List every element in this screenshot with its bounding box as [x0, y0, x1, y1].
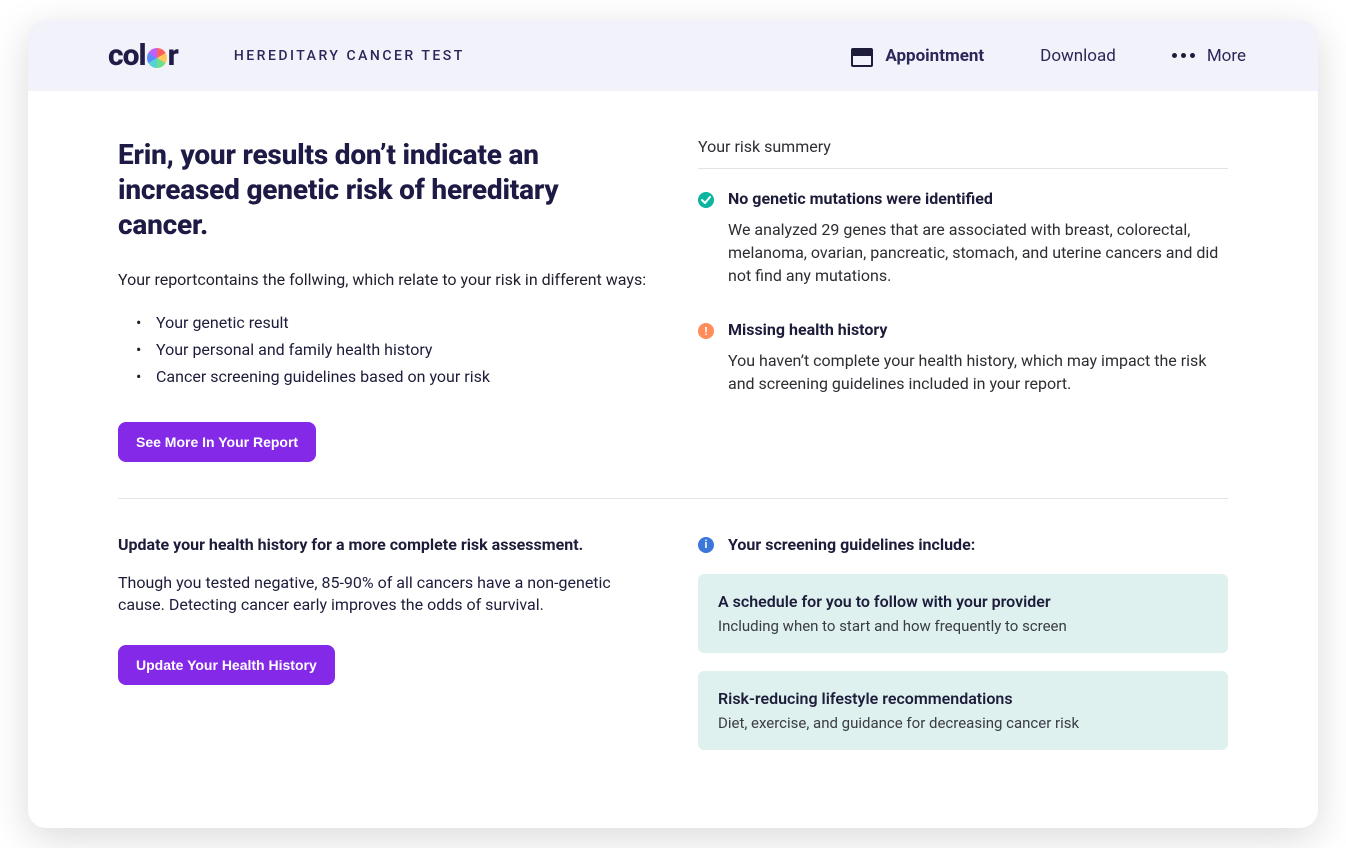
- list-item: Your personal and family health history: [144, 340, 648, 359]
- primary-nav: Appointment Download More: [851, 45, 1246, 67]
- update-history-heading: Update your health history for a more co…: [118, 535, 648, 554]
- guideline-card-sub: Diet, exercise, and guidance for decreas…: [718, 714, 1208, 732]
- check-circle-icon: [698, 192, 714, 208]
- guidelines-heading-row: i Your screening guidelines include:: [698, 535, 1228, 554]
- risk-summary-heading: Your risk summery: [698, 137, 1228, 169]
- risk-summary-item-no-mutations: No genetic mutations were identified We …: [698, 189, 1228, 288]
- guidelines-heading: Your screening guidelines include:: [728, 535, 975, 554]
- app-header: col r HEREDITARY CANCER TEST Appointment…: [28, 20, 1318, 91]
- nav-more[interactable]: More: [1172, 46, 1246, 66]
- brand-logo-text-prefix: col: [108, 38, 146, 73]
- results-intro: Erin, your results don’t indicate an inc…: [118, 137, 648, 462]
- guideline-card-title: Risk-reducing lifestyle recommendations: [718, 689, 1208, 708]
- intro-bullets: Your genetic result Your personal and fa…: [118, 313, 648, 386]
- content-grid: Erin, your results don’t indicate an inc…: [28, 91, 1318, 828]
- nav-more-label: More: [1207, 46, 1246, 66]
- see-more-report-button[interactable]: See More In Your Report: [118, 422, 316, 462]
- intro-paragraph: Your reportcontains the follwing, which …: [118, 270, 648, 289]
- brand-logo-o-icon: [147, 48, 167, 68]
- guideline-card-lifestyle: Risk-reducing lifestyle recommendations …: [698, 671, 1228, 750]
- summary-item-text: You haven’t complete your health history…: [728, 349, 1228, 395]
- calendar-icon: [851, 45, 873, 67]
- brand-logo: col r: [108, 38, 178, 73]
- more-icon: [1172, 53, 1195, 58]
- risk-summary-item-body: No genetic mutations were identified We …: [728, 189, 1228, 288]
- risk-summary: Your risk summery No genetic mutations w…: [698, 137, 1228, 462]
- update-history-body: Though you tested negative, 85-90% of al…: [118, 572, 638, 617]
- summary-item-title: Missing health history: [728, 320, 1228, 339]
- update-history-section: Update your health history for a more co…: [118, 535, 648, 768]
- nav-download-label: Download: [1040, 46, 1116, 66]
- brand-logo-text-suffix: r: [168, 38, 178, 73]
- info-circle-icon: i: [698, 537, 714, 553]
- guideline-card-schedule: A schedule for you to follow with your p…: [698, 574, 1228, 653]
- risk-summary-item-body: Missing health history You haven’t compl…: [728, 320, 1228, 395]
- section-divider: [118, 498, 1228, 499]
- risk-summary-item-missing-history: Missing health history You haven’t compl…: [698, 320, 1228, 395]
- screening-guidelines: i Your screening guidelines include: A s…: [698, 535, 1228, 768]
- list-item: Your genetic result: [144, 313, 648, 332]
- results-headline: Erin, your results don’t indicate an inc…: [118, 137, 648, 242]
- app-window: col r HEREDITARY CANCER TEST Appointment…: [28, 20, 1318, 828]
- nav-download[interactable]: Download: [1040, 46, 1116, 66]
- summary-item-title: No genetic mutations were identified: [728, 189, 1228, 208]
- nav-appointment-label: Appointment: [885, 46, 984, 66]
- guideline-card-sub: Including when to start and how frequent…: [718, 617, 1208, 635]
- guideline-card-title: A schedule for you to follow with your p…: [718, 592, 1208, 611]
- list-item: Cancer screening guidelines based on you…: [144, 367, 648, 386]
- page-title: HEREDITARY CANCER TEST: [234, 48, 465, 64]
- update-health-history-button[interactable]: Update Your Health History: [118, 645, 335, 685]
- warning-diamond-icon: [695, 319, 718, 342]
- summary-item-text: We analyzed 29 genes that are associated…: [728, 218, 1228, 288]
- nav-appointment[interactable]: Appointment: [851, 45, 984, 67]
